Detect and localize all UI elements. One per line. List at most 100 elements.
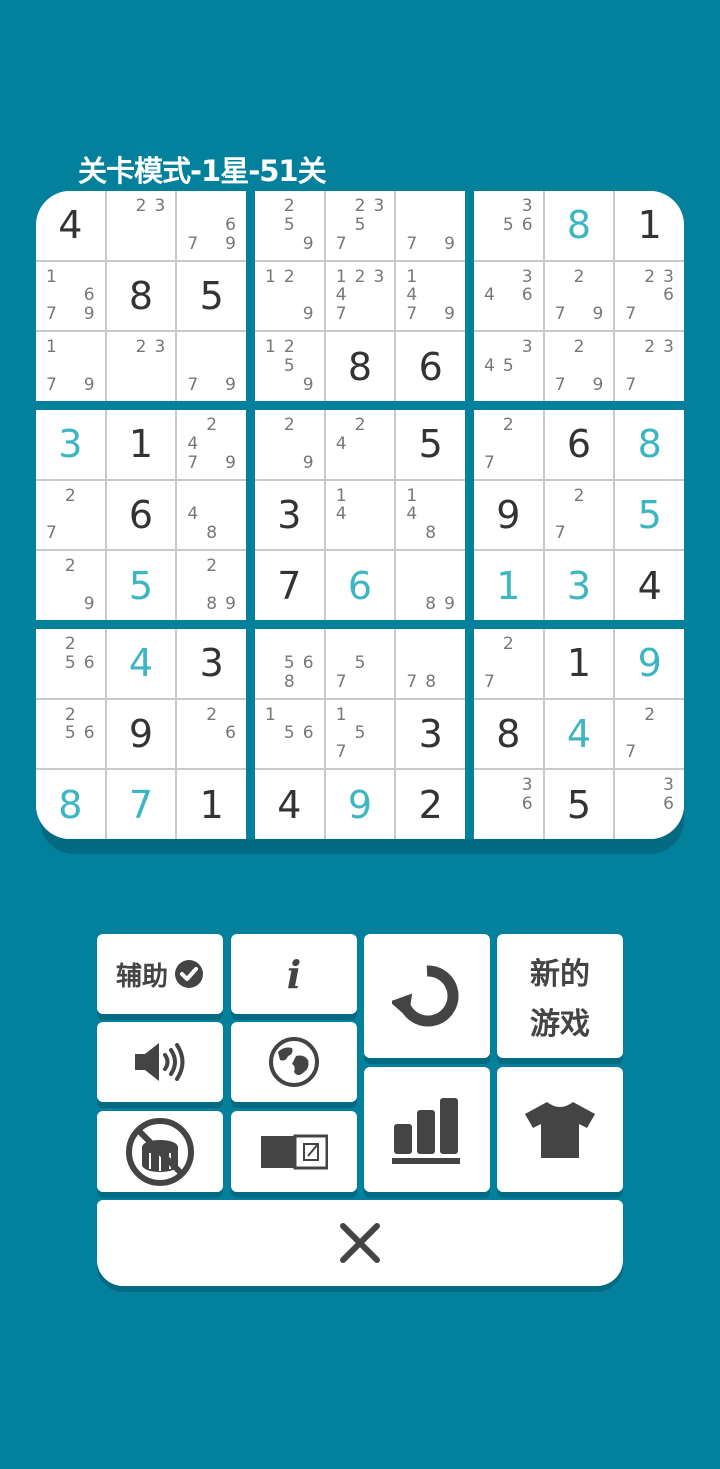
sudoku-cell[interactable]: 1 — [615, 191, 684, 260]
sudoku-cell[interactable]: 23 — [106, 332, 176, 401]
sudoku-cell[interactable]: 247 9 — [177, 410, 246, 479]
cell-notes: 156 — [261, 706, 318, 763]
pencil-mark: 6 — [225, 723, 236, 744]
sudoku-cell[interactable]: 29 — [36, 551, 105, 620]
sudoku-cell[interactable]: 4 — [255, 770, 324, 839]
sudoku-cell[interactable]: 2 — [396, 770, 465, 839]
sudoku-cell[interactable]: 26 — [177, 699, 246, 769]
sudoku-cell[interactable]: 27 9 — [544, 332, 614, 401]
sudoku-cell[interactable]: 1 — [177, 770, 246, 839]
sudoku-cell[interactable]: 5 — [396, 410, 465, 479]
sudoku-cell[interactable]: 5 — [615, 480, 684, 550]
sudoku-cell[interactable]: 36 — [615, 770, 684, 839]
sudoku-cell[interactable]: 3 4 6 — [474, 261, 543, 331]
sudoku-cell[interactable]: 23 7 — [615, 332, 684, 401]
sudoku-cell[interactable]: 79 — [177, 332, 246, 401]
language-button[interactable] — [231, 1022, 357, 1102]
sudoku-cell[interactable]: 89 — [396, 551, 465, 620]
sudoku-cell[interactable]: 1 — [544, 629, 614, 698]
notes-button[interactable] — [231, 1111, 357, 1192]
sudoku-cell[interactable]: 78 — [396, 629, 465, 698]
sudoku-cell[interactable]: 568 — [255, 629, 324, 698]
sudoku-cell[interactable]: 27 — [474, 410, 543, 479]
sudoku-cell[interactable]: 1 7 9 — [36, 332, 105, 401]
sudoku-cell[interactable]: 5 — [544, 770, 614, 839]
sudoku-cell[interactable]: 6 7 9 — [177, 191, 246, 260]
sudoku-cell[interactable]: 3 — [177, 629, 246, 698]
pencil-mark — [183, 725, 202, 744]
sudoku-cell[interactable]: 8 — [544, 191, 614, 260]
pencil-mark: 6 — [521, 285, 533, 306]
sudoku-cell[interactable]: 7 — [106, 770, 176, 839]
sudoku-cell[interactable]: 7 — [255, 551, 324, 620]
sudoku-cell[interactable]: 9 — [474, 480, 543, 550]
sudoku-cell[interactable]: 8 — [474, 699, 543, 769]
sudoku-cell[interactable]: 123 47 — [325, 261, 395, 331]
sudoku-cell[interactable]: 147 9 — [396, 261, 465, 331]
sudoku-cell[interactable]: 14 — [325, 480, 395, 550]
sudoku-cell[interactable]: 148 — [396, 480, 465, 550]
info-button[interactable]: i — [231, 934, 357, 1014]
sudoku-cell[interactable]: 6 — [544, 410, 614, 479]
sudoku-cell[interactable]: 256 — [36, 629, 105, 698]
theme-button[interactable] — [497, 1067, 623, 1192]
sudoku-cell[interactable]: 2357 — [325, 191, 395, 260]
sudoku-cell[interactable]: 236 7 — [615, 261, 684, 331]
sudoku-cell[interactable]: 9 — [615, 629, 684, 698]
sudoku-cell[interactable]: 3 — [396, 699, 465, 769]
sudoku-cell[interactable]: 6 — [396, 332, 465, 401]
sudoku-cell[interactable]: 9 — [325, 770, 395, 839]
sudoku-cell[interactable]: 5 — [106, 551, 176, 620]
sudoku-cell[interactable]: 129 — [255, 261, 324, 331]
restart-button[interactable] — [364, 934, 490, 1058]
sudoku-cell[interactable]: 3 — [544, 551, 614, 620]
sudoku-cell[interactable]: 79 — [396, 191, 465, 260]
sound-button[interactable] — [97, 1022, 223, 1102]
sudoku-cell[interactable]: 27 9 — [544, 261, 614, 331]
assist-button[interactable]: 辅助 — [97, 934, 223, 1014]
sudoku-cell[interactable]: 259 — [255, 191, 324, 260]
sudoku-cell[interactable]: 3 45 — [474, 332, 543, 401]
sudoku-cell[interactable]: 27 — [544, 480, 614, 550]
sudoku-cell[interactable]: 36 — [474, 770, 543, 839]
sudoku-cell[interactable]: 1679 — [36, 261, 105, 331]
sudoku-cell[interactable]: 48 — [177, 480, 246, 550]
sudoku-cell[interactable]: 157 — [325, 699, 395, 769]
sudoku-cell[interactable]: 27 — [474, 629, 543, 698]
sudoku-cell[interactable]: 4 — [106, 629, 176, 698]
pencil-mark: 2 — [206, 414, 218, 435]
sudoku-cell[interactable]: 356 — [474, 191, 543, 260]
sudoku-cell[interactable]: 24 — [325, 410, 395, 479]
close-button[interactable] — [97, 1200, 623, 1286]
sudoku-cell[interactable]: 4 — [544, 699, 614, 769]
pencil-mark — [480, 635, 499, 654]
sudoku-cell[interactable]: 3 — [255, 480, 324, 550]
pencil-mark: 7 — [187, 452, 199, 473]
sudoku-cell[interactable]: 23 — [106, 191, 176, 260]
new-game-button[interactable]: 新的 游戏 — [497, 934, 623, 1058]
sudoku-cell[interactable]: 256 — [36, 699, 105, 769]
sudoku-cell[interactable]: 8 — [615, 410, 684, 479]
sudoku-cell[interactable]: 4 — [615, 551, 684, 620]
sudoku-cell[interactable]: 2 89 — [177, 551, 246, 620]
sudoku-cell[interactable]: 57 — [325, 629, 395, 698]
sudoku-cell[interactable]: 1 — [474, 551, 543, 620]
sudoku-cell[interactable]: 6 — [106, 480, 176, 550]
sudoku-cell[interactable]: 27 — [615, 699, 684, 769]
sudoku-cell[interactable]: 156 — [255, 699, 324, 769]
sudoku-cell[interactable]: 1 — [106, 410, 176, 479]
sudoku-cell[interactable]: 6 — [325, 551, 395, 620]
sudoku-cell[interactable]: 8 — [106, 261, 176, 331]
sudoku-cell[interactable]: 8 — [325, 332, 395, 401]
sudoku-cell[interactable]: 9 — [106, 699, 176, 769]
sudoku-cell[interactable]: 1259 — [255, 332, 324, 401]
cell-value: 1 — [199, 782, 224, 827]
sudoku-cell[interactable]: 27 — [36, 480, 105, 550]
sudoku-cell[interactable]: 8 — [36, 770, 105, 839]
no-music-button[interactable] — [97, 1111, 223, 1192]
sudoku-cell[interactable]: 29 — [255, 410, 324, 479]
sudoku-cell[interactable]: 5 — [177, 261, 246, 331]
sudoku-cell[interactable]: 4 — [36, 191, 105, 260]
sudoku-cell[interactable]: 3 — [36, 410, 105, 479]
stats-button[interactable] — [364, 1067, 490, 1192]
